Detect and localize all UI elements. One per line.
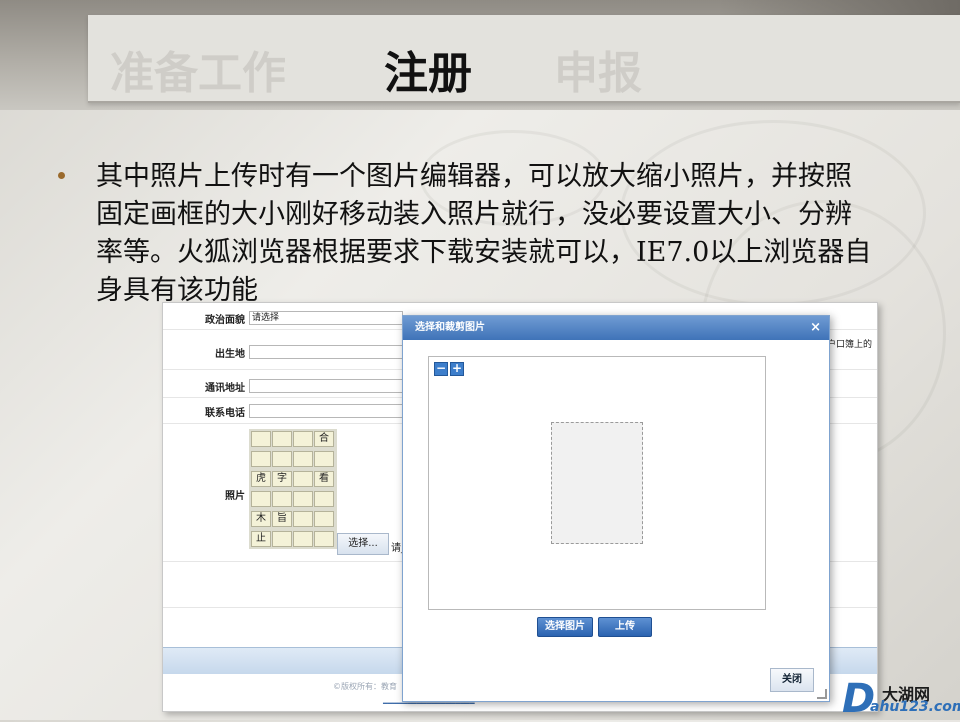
address-label: 通讯地址	[205, 383, 245, 394]
photo-thumb: 旨	[272, 511, 292, 527]
photo-thumb	[314, 531, 334, 547]
resize-grip-icon[interactable]	[817, 689, 827, 699]
photo-thumb	[251, 491, 271, 507]
select-image-button[interactable]: 选择图片	[537, 617, 593, 637]
right-column-fragment: 户口簿上的	[827, 340, 873, 350]
photo-thumb	[314, 491, 334, 507]
photo-thumb	[314, 511, 334, 527]
photo-thumb	[272, 451, 292, 467]
photo-thumb: 看	[314, 471, 334, 487]
photo-thumb	[272, 531, 292, 547]
zoom-out-icon[interactable]: −	[434, 362, 448, 376]
crop-image-dialog: 选择和裁剪图片 × − + 选择图片 上传 关闭	[402, 315, 830, 702]
photo-thumb: 木	[251, 511, 271, 527]
photo-thumb	[272, 491, 292, 507]
bullet-text: 其中照片上传时有一个图片编辑器，可以放大缩小照片，并按照固定画框的大小刚好移动装…	[96, 161, 872, 306]
close-icon[interactable]: ×	[810, 316, 821, 340]
photo-thumb: 字	[272, 471, 292, 487]
photo-thumb	[251, 451, 271, 467]
tab-application[interactable]: 申报	[554, 37, 642, 101]
photo-preview: 合虎字 看木旨止	[249, 429, 337, 549]
photo-label: 照片	[225, 491, 245, 502]
site-watermark: D 大湖网 ahu123.com	[842, 676, 960, 722]
photo-thumb: 虎	[251, 471, 271, 487]
photo-thumb: 合	[314, 431, 334, 447]
political-label: 政治面貌	[205, 315, 245, 326]
close-button[interactable]: 关闭	[770, 668, 814, 692]
photo-thumb	[293, 531, 313, 547]
photo-thumb	[251, 431, 271, 447]
photo-thumb	[272, 431, 292, 447]
political-select[interactable]: 请选择	[249, 311, 403, 325]
section-tabs: 准备工作 注册 申报	[88, 15, 960, 103]
footer-copyright: ©版权所有：教育	[333, 682, 397, 691]
phone-label: 联系电话	[205, 408, 245, 419]
crop-frame[interactable]	[551, 422, 643, 544]
address-input[interactable]	[249, 379, 403, 393]
birthplace-input[interactable]	[249, 345, 403, 359]
tab-registration[interactable]: 注册	[384, 37, 472, 101]
watermark-domain: ahu123.com	[870, 699, 960, 715]
phone-input[interactable]	[249, 404, 403, 418]
photo-thumb	[293, 491, 313, 507]
bullet-marker	[58, 172, 65, 179]
photo-thumb: 止	[251, 531, 271, 547]
select-photo-button[interactable]: 选择...	[337, 533, 389, 555]
zoom-in-icon[interactable]: +	[450, 362, 464, 376]
upload-button[interactable]: 上传	[598, 617, 652, 637]
birthplace-label: 出生地	[215, 349, 245, 360]
photo-thumb	[293, 471, 313, 487]
photo-thumb	[314, 451, 334, 467]
photo-thumb	[293, 451, 313, 467]
photo-thumb	[293, 431, 313, 447]
image-canvas[interactable]: − +	[428, 356, 766, 610]
photo-thumb	[293, 511, 313, 527]
dialog-title: 选择和裁剪图片	[403, 316, 829, 340]
tab-preparation[interactable]: 准备工作	[110, 37, 286, 101]
